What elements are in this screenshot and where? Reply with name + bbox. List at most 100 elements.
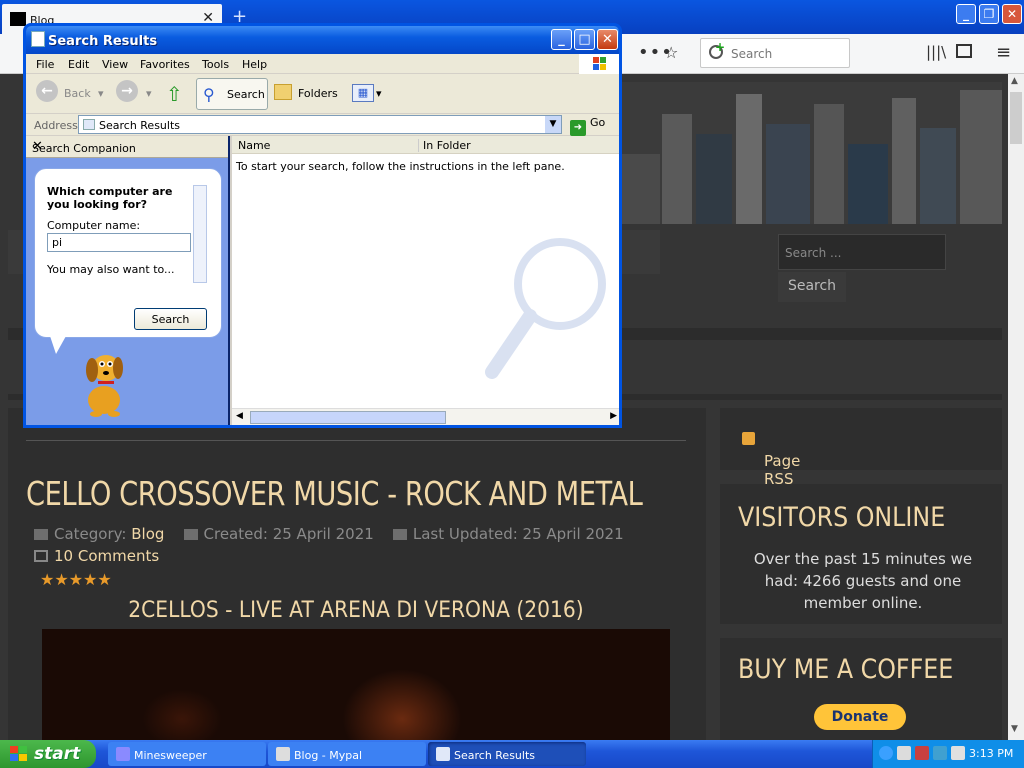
category-label: Category: <box>54 525 127 543</box>
restore-browser-button[interactable]: ❐ <box>979 4 999 24</box>
donate-button[interactable]: Donate <box>814 704 906 730</box>
sidebar-icon[interactable] <box>956 44 972 58</box>
created-date: Created: 25 April 2021 <box>203 525 374 543</box>
site-search-button[interactable]: Search <box>778 272 846 302</box>
menu-help[interactable]: Help <box>242 58 267 71</box>
rover-dog-icon[interactable] <box>74 346 134 420</box>
up-folder-icon[interactable]: ⇧ <box>166 78 183 110</box>
address-label: Address <box>34 119 78 132</box>
close-button[interactable]: ✕ <box>597 29 618 50</box>
search-results-window: Search Results _ □ ✕ File Edit View Favo… <box>23 23 622 428</box>
start-button[interactable]: start <box>0 740 96 768</box>
coffee-title: BUY ME A COFFEE <box>738 654 954 685</box>
comments-link[interactable]: 10 Comments <box>34 547 159 565</box>
system-tray: 3:13 PM <box>872 740 1024 768</box>
menu-edit[interactable]: Edit <box>68 58 89 71</box>
video-title: 2CELLOS - LIVE AT ARENA DI VERONA (2016) <box>128 598 584 623</box>
windows-logo-icon <box>579 54 619 74</box>
h-scroll-thumb[interactable] <box>250 411 446 424</box>
balloon-scrollbar[interactable] <box>193 185 207 283</box>
scroll-right-icon[interactable]: ▶ <box>610 411 617 421</box>
browser-search-placeholder: Search <box>731 47 773 61</box>
address-bar: Address Search Results ▼ ➜ Go <box>26 114 619 136</box>
toolbar-search-button[interactable]: ⚲ Search <box>196 78 268 110</box>
close-companion-icon[interactable]: ✕ <box>32 139 220 154</box>
site-search-input[interactable]: Search ... <box>778 234 946 270</box>
computer-name-input[interactable] <box>47 233 191 252</box>
scroll-thumb[interactable] <box>1010 92 1022 144</box>
task-search-results[interactable]: Search Results <box>428 742 586 766</box>
maximize-button[interactable]: □ <box>574 29 595 50</box>
scroll-down-icon[interactable]: ▼ <box>1011 724 1018 734</box>
task-minesweeper[interactable]: Minesweeper <box>108 742 266 766</box>
go-button[interactable]: ➜ Go <box>570 116 605 136</box>
views-dropdown-icon[interactable]: ▾ <box>376 78 382 110</box>
rss-link[interactable]: Page RSS 2.0 Feed <box>742 430 800 524</box>
favicon-icon <box>10 12 26 26</box>
folders-button[interactable]: Folders <box>298 78 338 110</box>
search-results-icon <box>436 747 450 761</box>
minimize-browser-button[interactable]: _ <box>956 4 976 24</box>
menu-file[interactable]: File <box>36 58 54 71</box>
menu-favorites[interactable]: Favorites <box>140 58 190 71</box>
divider <box>26 440 686 441</box>
forward-dropdown-icon[interactable]: ▾ <box>146 78 152 110</box>
search-balloon: Which computer are you looking for? Comp… <box>34 168 222 338</box>
search-button[interactable]: Search <box>134 308 207 330</box>
search-window-icon <box>31 31 45 47</box>
calendar-icon <box>183 529 198 540</box>
horizontal-scrollbar[interactable]: ◀ ▶ <box>232 408 619 425</box>
browser-search-input[interactable]: + Search <box>700 38 850 68</box>
forward-arrow-icon[interactable]: → <box>116 80 138 102</box>
rating-stars[interactable]: ★★★★★ <box>40 570 112 589</box>
companion-header: Search Companion ✕ <box>26 136 228 158</box>
volume-icon[interactable] <box>951 746 965 760</box>
minimize-button[interactable]: _ <box>551 29 572 50</box>
go-arrow-icon: ➜ <box>570 120 586 136</box>
tray-arrow-icon[interactable] <box>879 746 893 760</box>
back-dropdown-icon[interactable]: ▾ <box>98 78 104 110</box>
coffee-panel: BUY ME A COFFEE Donate <box>720 638 1002 740</box>
network-icon[interactable] <box>897 746 911 760</box>
menu-view[interactable]: View <box>102 58 128 71</box>
back-label[interactable]: Back <box>64 78 91 110</box>
column-in-folder[interactable]: In Folder <box>418 139 471 152</box>
folders-icon[interactable] <box>274 84 292 100</box>
visitors-panel: VISITORS ONLINE Over the past 15 minutes… <box>720 484 1002 624</box>
views-icon[interactable]: ▦ <box>352 84 374 102</box>
close-browser-button[interactable]: ✕ <box>1002 4 1022 24</box>
menu-tools[interactable]: Tools <box>202 58 229 71</box>
mypal-icon <box>276 747 290 761</box>
visitors-text: Over the past 15 minutes we had: 4266 gu… <box>753 550 973 612</box>
hamburger-menu-icon[interactable]: ≡ <box>996 42 1011 63</box>
visitors-title: VISITORS ONLINE <box>738 502 946 533</box>
task-blog-mypal[interactable]: Blog - Mypal <box>268 742 426 766</box>
add-search-icon: + <box>715 40 726 54</box>
security-icon[interactable] <box>915 746 929 760</box>
balloon-tail <box>50 336 66 354</box>
post-meta: Category: Blog Created: 25 April 2021 La… <box>34 525 624 543</box>
scroll-up-icon[interactable]: ▲ <box>1011 76 1018 86</box>
address-input[interactable]: Search Results ▼ <box>78 115 562 134</box>
header-banner-image <box>620 82 1002 224</box>
column-name[interactable]: Name <box>238 139 270 152</box>
task-label: Blog - Mypal <box>294 749 363 762</box>
bookmark-star-icon[interactable]: ☆ <box>664 43 678 62</box>
category-link[interactable]: Blog <box>131 525 164 543</box>
page-scrollbar[interactable]: ▲ ▼ <box>1008 74 1024 740</box>
address-dropdown-icon[interactable]: ▼ <box>545 116 561 133</box>
scroll-left-icon[interactable]: ◀ <box>236 411 243 421</box>
comment-icon <box>34 550 48 562</box>
back-arrow-icon[interactable]: ← <box>36 80 58 102</box>
update-icon[interactable] <box>933 746 947 760</box>
library-icon[interactable]: |||\ <box>926 43 946 61</box>
column-headers: Name In Folder <box>232 136 619 154</box>
window-titlebar[interactable]: Search Results _ □ ✕ <box>26 26 619 54</box>
also-want-text: You may also want to... <box>47 263 175 276</box>
post-title[interactable]: CELLO CROSSOVER MUSIC - ROCK AND METAL <box>26 474 643 513</box>
folder-icon <box>34 529 48 540</box>
task-label: Minesweeper <box>134 749 207 762</box>
video-player[interactable] <box>42 629 670 740</box>
window-title: Search Results <box>48 34 158 49</box>
toolbar-search-label: Search <box>227 88 265 101</box>
